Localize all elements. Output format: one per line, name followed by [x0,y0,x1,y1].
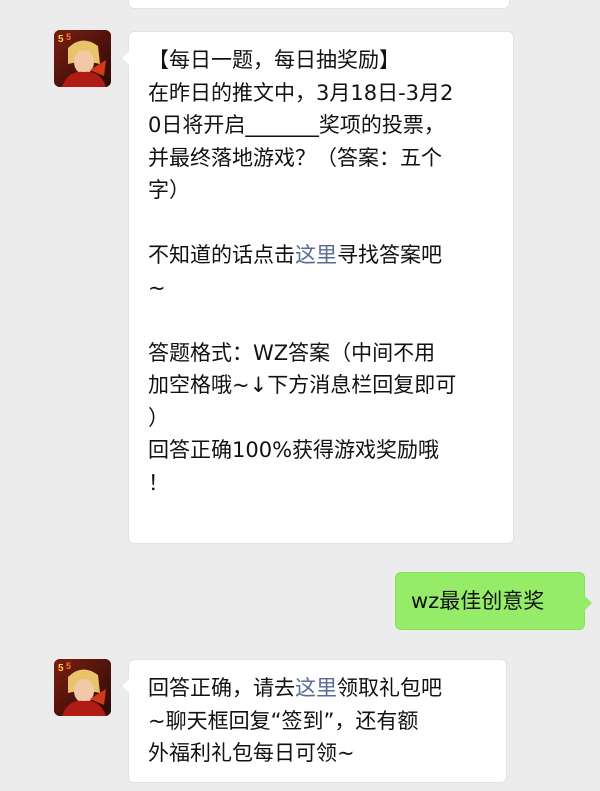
message-bubble-result: 回答正确，请去这里领取礼包吧 ~聊天框回复“签到”，还有额 外福利礼包每日可领~ [121,659,507,783]
message-text: 【每日一题，每日抽奖励】 [148,48,400,72]
message-text: ~聊天框回复“签到”，还有额 [148,708,419,733]
gift-link[interactable]: 这里 [295,676,337,700]
message-text: 字） [148,178,190,202]
svg-text:5: 5 [66,32,71,42]
message-text: 领取礼包吧 [337,676,442,700]
sender-avatar[interactable]: 5 5 [54,30,111,87]
svg-text:5: 5 [66,661,71,671]
message-text: 在昨日的推文中，3月18日-3月2 [148,80,454,105]
message-text: ） [148,405,169,430]
message-text: 并最终落地游戏？（答案：五个 [148,145,442,170]
svg-text:5: 5 [58,34,64,45]
answer-link[interactable]: 这里 [295,243,337,267]
message-text: 寻找答案吧 [337,243,442,267]
message-text-with-link: 不知道的话点击这里寻找答案吧 [148,239,513,272]
previous-message-bubble [128,0,510,9]
message-text: ！ [148,470,169,495]
game-hero-avatar-icon: 5 5 [54,30,111,87]
message-text: 外福利礼包每日可领~ [148,741,355,765]
svg-text:5: 5 [58,663,64,674]
game-hero-avatar-icon: 5 5 [54,659,111,716]
sender-avatar[interactable]: 5 5 [54,659,111,716]
message-text-with-link: 回答正确，请去这里领取礼包吧 [148,672,506,705]
message-text: 答题格式：WZ答案（中间不用 [148,340,436,365]
message-text: 回答正确，请去 [148,676,295,700]
message-text: 加空格哦~↓下方消息栏回复即可 [148,373,457,397]
message-bubble-reply: wz最佳创意奖 [395,572,592,630]
message-text: ~ [148,275,166,300]
message-text: 回答正确100%获得游戏奖励哦 [148,438,440,462]
message-text: wz最佳创意奖 [411,589,545,613]
message-text: 0日将开启_______奖项的投票， [148,113,445,137]
message-bubble-question: 【每日一题，每日抽奖励】 在昨日的推文中，3月18日-3月2 0日将开启____… [121,31,514,544]
message-text: 不知道的话点击 [148,243,295,267]
